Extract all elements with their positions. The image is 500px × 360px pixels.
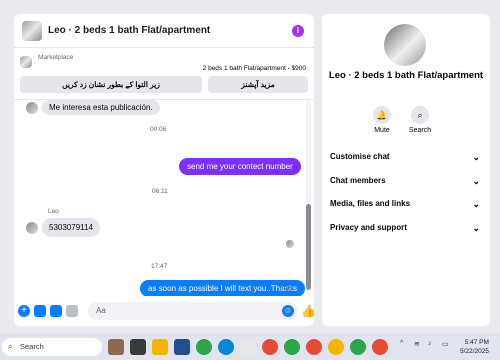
- search-icon: ⌕: [8, 342, 13, 351]
- chat-panel: Leo · 2 beds 1 bath Flat/apartment i Mar…: [14, 14, 314, 326]
- timestamp: 00:06: [150, 126, 167, 133]
- clock-date: 5/22/2025: [460, 348, 489, 355]
- taskbar-search-label: Search: [20, 342, 44, 351]
- mark-pending-button[interactable]: زیر التوا کے بطور نشان زد کریں: [20, 76, 202, 93]
- task-view-icon[interactable]: [130, 339, 146, 355]
- message-input-placeholder: Aa: [96, 306, 106, 315]
- widgets-icon[interactable]: [108, 339, 124, 355]
- message-bubble[interactable]: 5303079114: [42, 218, 100, 237]
- section-label: Customise chat: [330, 152, 390, 161]
- system-clock[interactable]: 5:47 PM 5/22/2025: [460, 338, 489, 356]
- app-icon[interactable]: [174, 339, 190, 355]
- message-bubble-outgoing[interactable]: send me your contect number: [179, 158, 301, 175]
- chrome-icon[interactable]: [328, 339, 344, 355]
- chevron-down-icon: ⌄: [472, 223, 480, 233]
- emoji-icon[interactable]: ☺: [282, 305, 294, 317]
- chevron-down-icon: ⌄: [472, 199, 480, 209]
- composer: + Aa ☺ 👍: [14, 296, 314, 326]
- gif-icon[interactable]: [66, 305, 78, 317]
- chat-title[interactable]: Leo · 2 beds 1 bath Flat/apartment: [48, 25, 210, 36]
- chat-info-sidebar: Leo · 2 beds 1 bath Flat/apartment 🔔 Mut…: [322, 14, 490, 326]
- sticker-icon[interactable]: [50, 305, 62, 317]
- search-icon: ⌕: [411, 106, 429, 124]
- section-customise-chat[interactable]: Customise chat ⌄: [330, 148, 480, 166]
- listing-summary[interactable]: 2 beds 1 bath Flat/apartment - $900: [203, 65, 306, 72]
- message-list[interactable]: Me interesa esta publicación. 00:06 send…: [14, 100, 314, 296]
- edge-icon[interactable]: [218, 339, 234, 355]
- chrome-icon[interactable]: [350, 339, 366, 355]
- section-label: Media, files and links: [330, 199, 411, 208]
- section-chat-members[interactable]: Chat members ⌄: [330, 172, 480, 190]
- section-media-files-links[interactable]: Media, files and links ⌄: [330, 195, 480, 213]
- marketplace-label: Marketplace: [38, 54, 74, 61]
- sent-status: Sent: [280, 286, 293, 292]
- thumbs-up-icon[interactable]: 👍: [301, 304, 314, 318]
- taskbar-search[interactable]: ⌕ Search: [2, 338, 102, 356]
- seen-avatar: [286, 240, 294, 248]
- section-label: Chat members: [330, 176, 386, 185]
- app-icon[interactable]: [240, 339, 256, 355]
- chevron-up-icon[interactable]: ^: [400, 340, 403, 347]
- chrome-icon[interactable]: [262, 339, 278, 355]
- avatar[interactable]: [26, 222, 38, 234]
- chrome-icon[interactable]: [306, 339, 322, 355]
- chrome-icon[interactable]: [372, 339, 388, 355]
- avatar[interactable]: [26, 102, 38, 114]
- image-icon[interactable]: [34, 305, 46, 317]
- listing-thumbnail[interactable]: [22, 21, 42, 41]
- chat-header: Leo · 2 beds 1 bath Flat/apartment i: [14, 14, 314, 48]
- more-options-button[interactable]: مزید آپشنز: [208, 76, 308, 93]
- scrollbar-thumb[interactable]: [306, 204, 311, 290]
- speaker-icon[interactable]: ♪: [428, 340, 432, 347]
- file-explorer-icon[interactable]: [152, 339, 168, 355]
- bell-icon: 🔔: [373, 106, 391, 124]
- sidebar-chat-name: Leo · 2 beds 1 bath Flat/apartment: [328, 70, 484, 81]
- message-bubble[interactable]: Me interesa esta publicación.: [42, 100, 160, 115]
- section-privacy-support[interactable]: Privacy and support ⌄: [330, 219, 480, 237]
- battery-icon[interactable]: ▭: [442, 340, 449, 348]
- timestamp: 17:47: [151, 263, 168, 270]
- listing-avatar[interactable]: [384, 24, 426, 66]
- wifi-icon[interactable]: ≋: [414, 340, 420, 348]
- marketplace-banner: Marketplace 2 beds 1 bath Flat/apartment…: [14, 48, 314, 100]
- listing-thumbnail-small[interactable]: [20, 56, 32, 68]
- sender-name: Leo: [48, 208, 59, 215]
- chevron-down-icon: ⌄: [472, 152, 480, 162]
- plus-icon[interactable]: +: [18, 305, 30, 317]
- clock-time: 5:47 PM: [464, 339, 489, 346]
- taskbar: ⌕ Search ^ ≋ ♪ ▭ 5:47 PM 5/22/2025: [0, 334, 500, 360]
- info-icon[interactable]: i: [292, 25, 304, 37]
- search-action[interactable]: ⌕ Search: [398, 106, 442, 134]
- chevron-down-icon: ⌄: [472, 176, 480, 186]
- chrome-icon[interactable]: [284, 339, 300, 355]
- section-label: Privacy and support: [330, 223, 407, 232]
- message-input[interactable]: Aa ☺: [88, 302, 298, 320]
- chrome-icon[interactable]: [196, 339, 212, 355]
- search-label: Search: [408, 127, 432, 134]
- timestamp: 06:11: [152, 188, 168, 195]
